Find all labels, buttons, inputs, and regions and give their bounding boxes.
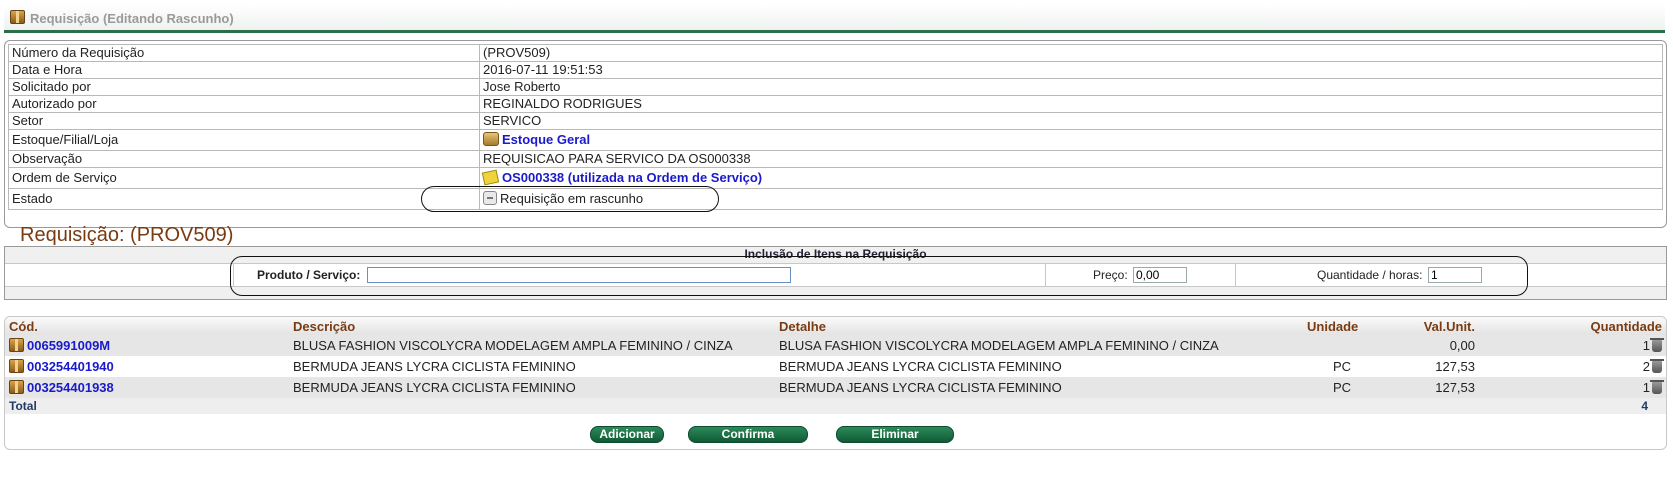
info-value: OS000338 (utilizada na Ordem de Serviço) <box>479 167 1663 189</box>
quantity-value: 2 <box>1642 359 1650 374</box>
divider <box>233 264 234 286</box>
action-buttons: Adicionar Confirma Eliminar <box>0 426 1673 444</box>
cell-description: BERMUDA JEANS LYCRA CICLISTA FEMININO <box>293 359 576 374</box>
confirm-button[interactable]: Confirma <box>688 426 808 443</box>
trash-icon[interactable] <box>1650 359 1664 373</box>
info-label: Estoque/Filial/Loja <box>8 129 480 151</box>
package-icon <box>9 380 24 394</box>
cell-unit: PC <box>1332 359 1352 374</box>
table-row: 003254401938 BERMUDA JEANS LYCRA CICLIST… <box>5 377 1666 398</box>
add-button[interactable]: Adicionar <box>590 426 664 443</box>
col-unit: Unidade <box>1303 317 1381 335</box>
divider <box>1235 264 1236 286</box>
window-title: Requisição (Editando Rascunho) <box>30 11 234 26</box>
divider <box>1045 264 1046 286</box>
delete-button[interactable]: Eliminar <box>836 426 954 443</box>
page-title: Requisição: (PROV509) <box>20 224 234 246</box>
item-inclusion-panel: Inclusão de Itens na Requisição Produto … <box>4 246 1667 300</box>
item-code-link[interactable]: 003254401938 <box>27 380 114 395</box>
info-label: Número da Requisição <box>8 44 480 62</box>
cell-unit <box>1303 335 1381 356</box>
draft-icon <box>483 191 497 205</box>
info-value: Jose Roberto <box>479 78 1663 96</box>
info-label: Solicitado por <box>8 78 480 96</box>
cell-unit-price: 127,53 <box>1435 359 1475 374</box>
info-row-datetime: Data e Hora 2016-07-11 19:51:53 <box>8 61 1663 79</box>
info-label: Data e Hora <box>8 61 480 79</box>
window-titlebar: Requisição (Editando Rascunho) <box>4 4 1665 33</box>
info-label: Setor <box>8 112 480 130</box>
cell-unit-price: 0,00 <box>1381 335 1479 356</box>
note-icon <box>481 169 500 186</box>
info-row-service-order: Ordem de Serviço OS000338 (utilizada na … <box>8 167 1663 189</box>
total-row: Total 4 <box>5 398 1666 414</box>
cell-description: BLUSA FASHION VISCOLYCRA MODELAGEM AMPLA… <box>289 335 775 356</box>
info-label: Observação <box>8 150 480 168</box>
item-code-link[interactable]: 0065991009M <box>27 338 110 353</box>
info-value: REQUISICAO PARA SERVICO DA OS000338 <box>479 150 1663 168</box>
cell-quantity: 1 <box>1479 377 1666 398</box>
requisition-info-table: Número da Requisição (PROV509) Data e Ho… <box>8 44 1663 210</box>
col-detail: Detalhe <box>775 317 1303 335</box>
quantity-value: 1 <box>1642 338 1650 353</box>
info-label: Autorizado por <box>8 95 480 113</box>
items-table: Cód. Descrição Detalhe Unidade Val.Unit.… <box>5 317 1666 414</box>
info-value: Requisição em rascunho <box>479 188 1663 210</box>
product-input[interactable] <box>367 267 791 283</box>
col-quantity: Quantidade <box>1479 317 1666 335</box>
package-icon <box>9 338 24 352</box>
price-label: Preço: <box>1093 268 1128 282</box>
cell-detail: BLUSA FASHION VISCOLYCRA MODELAGEM AMPLA… <box>775 335 1303 356</box>
quantity-value: 1 <box>1642 380 1650 395</box>
requisition-info-panel: Número da Requisição (PROV509) Data e Ho… <box>4 40 1667 228</box>
items-header-row: Cód. Descrição Detalhe Unidade Val.Unit.… <box>5 317 1666 335</box>
col-code: Cód. <box>5 317 289 335</box>
package-icon <box>10 10 25 24</box>
cell-quantity: 2 <box>1479 356 1666 377</box>
inclusion-caption: Inclusão de Itens na Requisição <box>744 247 927 261</box>
info-label: Estado <box>8 188 480 210</box>
price-input[interactable] <box>1133 267 1187 283</box>
col-description: Descrição <box>289 317 775 335</box>
total-quantity: 4 <box>1479 398 1666 414</box>
cell-unit: PC <box>1303 377 1381 398</box>
total-label: Total <box>5 398 1479 414</box>
info-row-sector: Setor SERVICO <box>8 112 1663 130</box>
product-label: Produto / Serviço: <box>257 268 361 282</box>
cell-code: 003254401940 <box>5 356 289 377</box>
trash-icon[interactable] <box>1650 338 1664 352</box>
info-value: Estoque Geral <box>479 129 1663 151</box>
info-value: 2016-07-11 19:51:53 <box>479 61 1663 79</box>
table-row: 003254401940 BERMUDA JEANS LYCRA CICLIST… <box>5 356 1666 377</box>
col-unit-price: Val.Unit. <box>1381 317 1479 335</box>
cell-unit-price: 127,53 <box>1381 377 1479 398</box>
info-value: (PROV509) <box>479 44 1663 62</box>
info-row-number: Número da Requisição (PROV509) <box>8 44 1663 62</box>
info-label: Ordem de Serviço <box>8 167 480 189</box>
cell-detail: BERMUDA JEANS LYCRA CICLISTA FEMININO <box>775 377 1303 398</box>
item-code-link[interactable]: 003254401940 <box>27 359 114 374</box>
info-row-state: Estado Requisição em rascunho <box>8 188 1663 210</box>
stock-box-icon <box>483 132 499 146</box>
info-row-observation: Observação REQUISICAO PARA SERVICO DA OS… <box>8 150 1663 168</box>
service-order-link[interactable]: OS000338 (utilizada na Ordem de Serviço) <box>502 170 762 185</box>
table-row: 0065991009M BLUSA FASHION VISCOLYCRA MOD… <box>5 335 1666 356</box>
state-text: Requisição em rascunho <box>500 191 644 206</box>
cell-code: 0065991009M <box>5 335 289 356</box>
cell-detail: BERMUDA JEANS LYCRA CICLISTA FEMININO <box>779 359 1062 374</box>
info-row-stock: Estoque/Filial/Loja Estoque Geral <box>8 129 1663 151</box>
info-value: SERVICO <box>479 112 1663 130</box>
cell-description: BERMUDA JEANS LYCRA CICLISTA FEMININO <box>289 377 775 398</box>
info-value: REGINALDO RODRIGUES <box>479 95 1663 113</box>
stock-link[interactable]: Estoque Geral <box>502 132 590 147</box>
cell-code: 003254401938 <box>5 377 289 398</box>
inclusion-row: Produto / Serviço: Preço: Quantidade / h… <box>5 263 1666 287</box>
info-row-authorized-by: Autorizado por REGINALDO RODRIGUES <box>8 95 1663 113</box>
trash-icon[interactable] <box>1650 380 1664 394</box>
info-row-requested-by: Solicitado por Jose Roberto <box>8 78 1663 96</box>
cell-quantity: 1 <box>1479 335 1666 356</box>
quantity-input[interactable] <box>1428 267 1482 283</box>
package-icon <box>9 359 24 373</box>
quantity-label: Quantidade / horas: <box>1317 268 1423 282</box>
